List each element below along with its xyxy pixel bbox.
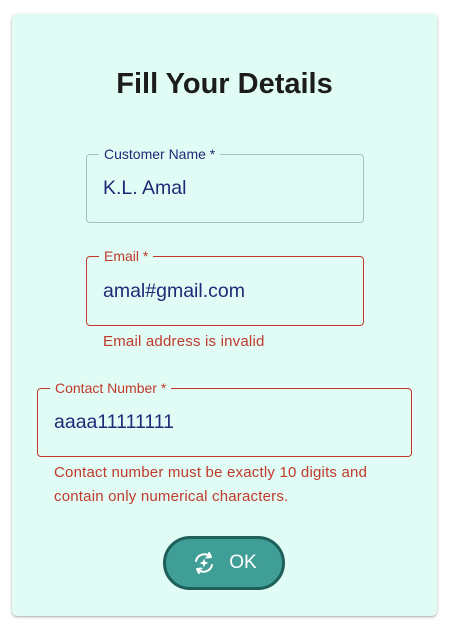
contact-number-input[interactable] [54,389,395,456]
details-form-card: Fill Your Details Customer Name * Email … [12,14,437,616]
ok-button-label: OK [229,552,257,573]
contact-number-error-line-2: contain only numerical characters. [54,488,289,505]
contact-number-error-text: Contact number must be exactly 10 digits… [54,461,367,509]
email-error-text: Email address is invalid [103,333,265,350]
autorenew-sparkle-icon [191,550,217,576]
ok-button[interactable]: OK [163,536,285,590]
contact-number-field[interactable]: Contact Number * [37,379,412,457]
customer-name-field[interactable]: Customer Name * [86,145,364,223]
form-title: Fill Your Details [116,68,333,100]
email-input[interactable] [103,257,347,325]
customer-name-input[interactable] [103,155,347,222]
email-field[interactable]: Email * [86,247,364,326]
contact-number-error-line-1: Contact number must be exactly 10 digits… [54,464,368,481]
